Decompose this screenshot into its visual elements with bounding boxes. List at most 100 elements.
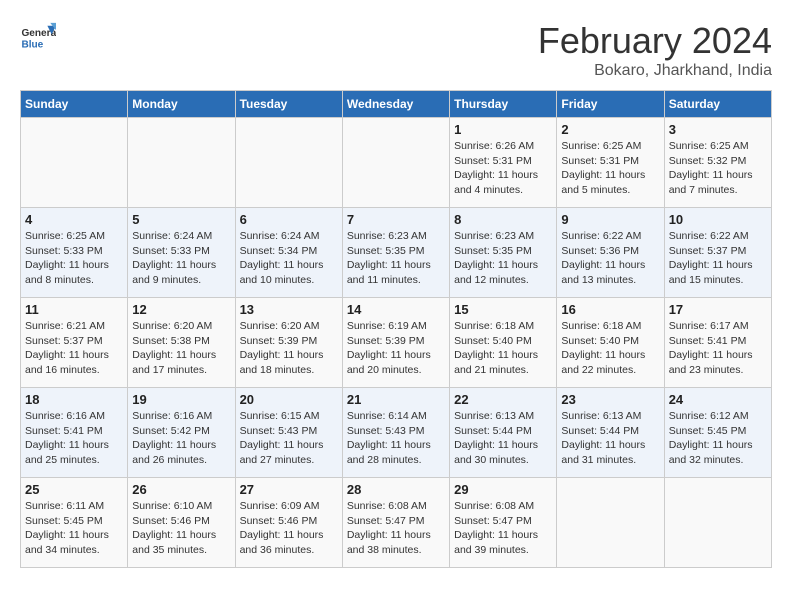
- day-number: 23: [561, 392, 659, 407]
- calendar-cell: 9 Sunrise: 6:22 AMSunset: 5:36 PMDaylight…: [557, 208, 664, 298]
- day-number: 13: [240, 302, 338, 317]
- day-number: 11: [25, 302, 123, 317]
- calendar-cell: 8 Sunrise: 6:23 AMSunset: 5:35 PMDaylight…: [450, 208, 557, 298]
- header: General Blue February 2024 Bokaro, Jhark…: [20, 20, 772, 80]
- day-number: 3: [669, 122, 767, 137]
- day-info: Sunrise: 6:14 AMSunset: 5:43 PMDaylight:…: [347, 409, 445, 468]
- day-info: Sunrise: 6:26 AMSunset: 5:31 PMDaylight:…: [454, 139, 552, 198]
- calendar-cell: 14 Sunrise: 6:19 AMSunset: 5:39 PMDayligh…: [342, 298, 449, 388]
- logo: General Blue: [20, 20, 56, 56]
- calendar-week-row: 18 Sunrise: 6:16 AMSunset: 5:41 PMDayligh…: [21, 388, 772, 478]
- day-number: 27: [240, 482, 338, 497]
- calendar-cell: 10 Sunrise: 6:22 AMSunset: 5:37 PMDayligh…: [664, 208, 771, 298]
- day-number: 20: [240, 392, 338, 407]
- day-info: Sunrise: 6:08 AMSunset: 5:47 PMDaylight:…: [347, 499, 445, 558]
- day-info: Sunrise: 6:24 AMSunset: 5:34 PMDaylight:…: [240, 229, 338, 288]
- day-number: 15: [454, 302, 552, 317]
- calendar-cell: [128, 118, 235, 208]
- day-info: Sunrise: 6:15 AMSunset: 5:43 PMDaylight:…: [240, 409, 338, 468]
- day-info: Sunrise: 6:23 AMSunset: 5:35 PMDaylight:…: [454, 229, 552, 288]
- day-info: Sunrise: 6:24 AMSunset: 5:33 PMDaylight:…: [132, 229, 230, 288]
- day-number: 25: [25, 482, 123, 497]
- calendar-week-row: 25 Sunrise: 6:11 AMSunset: 5:45 PMDayligh…: [21, 478, 772, 568]
- weekday-header: Friday: [557, 91, 664, 118]
- day-number: 29: [454, 482, 552, 497]
- day-info: Sunrise: 6:11 AMSunset: 5:45 PMDaylight:…: [25, 499, 123, 558]
- calendar-cell: 15 Sunrise: 6:18 AMSunset: 5:40 PMDayligh…: [450, 298, 557, 388]
- day-info: Sunrise: 6:25 AMSunset: 5:33 PMDaylight:…: [25, 229, 123, 288]
- calendar-cell: 19Sunrise: 6:16 AMSunset: 5:42 PMDayligh…: [128, 388, 235, 478]
- calendar-cell: 5 Sunrise: 6:24 AMSunset: 5:33 PMDaylight…: [128, 208, 235, 298]
- calendar-cell: [235, 118, 342, 208]
- day-number: 6: [240, 212, 338, 227]
- day-info: Sunrise: 6:25 AMSunset: 5:31 PMDaylight:…: [561, 139, 659, 198]
- calendar-cell: [342, 118, 449, 208]
- weekday-header: Sunday: [21, 91, 128, 118]
- calendar-cell: [21, 118, 128, 208]
- calendar-week-row: 11 Sunrise: 6:21 AMSunset: 5:37 PMDayligh…: [21, 298, 772, 388]
- day-number: 5: [132, 212, 230, 227]
- calendar-cell: 20 Sunrise: 6:15 AMSunset: 5:43 PMDayligh…: [235, 388, 342, 478]
- calendar-cell: 28 Sunrise: 6:08 AMSunset: 5:47 PMDayligh…: [342, 478, 449, 568]
- weekday-header: Tuesday: [235, 91, 342, 118]
- day-number: 22: [454, 392, 552, 407]
- day-number: 14: [347, 302, 445, 317]
- day-number: 2: [561, 122, 659, 137]
- day-number: 28: [347, 482, 445, 497]
- day-number: 17: [669, 302, 767, 317]
- day-info: Sunrise: 6:18 AMSunset: 5:40 PMDaylight:…: [454, 319, 552, 378]
- calendar-cell: 22 Sunrise: 6:13 AMSunset: 5:44 PMDayligh…: [450, 388, 557, 478]
- day-number: 8: [454, 212, 552, 227]
- day-info: Sunrise: 6:22 AMSunset: 5:37 PMDaylight:…: [669, 229, 767, 288]
- calendar-cell: 12 Sunrise: 6:20 AMSunset: 5:38 PMDayligh…: [128, 298, 235, 388]
- calendar-cell: 13 Sunrise: 6:20 AMSunset: 5:39 PMDayligh…: [235, 298, 342, 388]
- day-info: Sunrise: 6:21 AMSunset: 5:37 PMDaylight:…: [25, 319, 123, 378]
- calendar-cell: 16 Sunrise: 6:18 AMSunset: 5:40 PMDayligh…: [557, 298, 664, 388]
- day-info: Sunrise: 6:10 AMSunset: 5:46 PMDaylight:…: [132, 499, 230, 558]
- title-area: February 2024 Bokaro, Jharkhand, India: [538, 20, 772, 80]
- calendar-week-row: 4Sunrise: 6:25 AMSunset: 5:33 PMDaylight…: [21, 208, 772, 298]
- logo-icon: General Blue: [20, 20, 56, 56]
- page-title: February 2024: [538, 20, 772, 62]
- calendar-cell: 7Sunrise: 6:23 AMSunset: 5:35 PMDaylight…: [342, 208, 449, 298]
- page-subtitle: Bokaro, Jharkhand, India: [538, 62, 772, 80]
- day-info: Sunrise: 6:08 AMSunset: 5:47 PMDaylight:…: [454, 499, 552, 558]
- calendar-cell: 17 Sunrise: 6:17 AMSunset: 5:41 PMDayligh…: [664, 298, 771, 388]
- calendar-cell: 4Sunrise: 6:25 AMSunset: 5:33 PMDaylight…: [21, 208, 128, 298]
- day-info: Sunrise: 6:22 AMSunset: 5:36 PMDaylight:…: [561, 229, 659, 288]
- calendar-cell: 25 Sunrise: 6:11 AMSunset: 5:45 PMDayligh…: [21, 478, 128, 568]
- day-number: 26: [132, 482, 230, 497]
- day-number: 18: [25, 392, 123, 407]
- day-info: Sunrise: 6:20 AMSunset: 5:39 PMDaylight:…: [240, 319, 338, 378]
- day-info: Sunrise: 6:19 AMSunset: 5:39 PMDaylight:…: [347, 319, 445, 378]
- calendar-cell: 23 Sunrise: 6:13 AMSunset: 5:44 PMDayligh…: [557, 388, 664, 478]
- calendar-cell: 3 Sunrise: 6:25 AMSunset: 5:32 PMDaylight…: [664, 118, 771, 208]
- calendar-cell: 11 Sunrise: 6:21 AMSunset: 5:37 PMDayligh…: [21, 298, 128, 388]
- calendar-cell: 26 Sunrise: 6:10 AMSunset: 5:46 PMDayligh…: [128, 478, 235, 568]
- day-number: 1: [454, 122, 552, 137]
- day-info: Sunrise: 6:25 AMSunset: 5:32 PMDaylight:…: [669, 139, 767, 198]
- day-info: Sunrise: 6:17 AMSunset: 5:41 PMDaylight:…: [669, 319, 767, 378]
- calendar-cell: 24Sunrise: 6:12 AMSunset: 5:45 PMDayligh…: [664, 388, 771, 478]
- calendar-cell: 6 Sunrise: 6:24 AMSunset: 5:34 PMDaylight…: [235, 208, 342, 298]
- day-info: Sunrise: 6:13 AMSunset: 5:44 PMDaylight:…: [561, 409, 659, 468]
- svg-text:Blue: Blue: [21, 39, 43, 50]
- day-info: Sunrise: 6:20 AMSunset: 5:38 PMDaylight:…: [132, 319, 230, 378]
- day-info: Sunrise: 6:13 AMSunset: 5:44 PMDaylight:…: [454, 409, 552, 468]
- calendar-cell: 18 Sunrise: 6:16 AMSunset: 5:41 PMDayligh…: [21, 388, 128, 478]
- calendar-cell: 2 Sunrise: 6:25 AMSunset: 5:31 PMDaylight…: [557, 118, 664, 208]
- day-info: Sunrise: 6:16 AMSunset: 5:41 PMDaylight:…: [25, 409, 123, 468]
- day-number: 9: [561, 212, 659, 227]
- calendar-cell: 29 Sunrise: 6:08 AMSunset: 5:47 PMDayligh…: [450, 478, 557, 568]
- day-number: 10: [669, 212, 767, 227]
- day-number: 16: [561, 302, 659, 317]
- calendar-cell: 21Sunrise: 6:14 AMSunset: 5:43 PMDayligh…: [342, 388, 449, 478]
- calendar: SundayMondayTuesdayWednesdayThursdayFrid…: [20, 90, 772, 568]
- calendar-week-row: 1 Sunrise: 6:26 AMSunset: 5:31 PMDaylight…: [21, 118, 772, 208]
- calendar-header-row: SundayMondayTuesdayWednesdayThursdayFrid…: [21, 91, 772, 118]
- day-number: 12: [132, 302, 230, 317]
- weekday-header: Saturday: [664, 91, 771, 118]
- calendar-cell: 1 Sunrise: 6:26 AMSunset: 5:31 PMDaylight…: [450, 118, 557, 208]
- day-number: 19: [132, 392, 230, 407]
- day-info: Sunrise: 6:18 AMSunset: 5:40 PMDaylight:…: [561, 319, 659, 378]
